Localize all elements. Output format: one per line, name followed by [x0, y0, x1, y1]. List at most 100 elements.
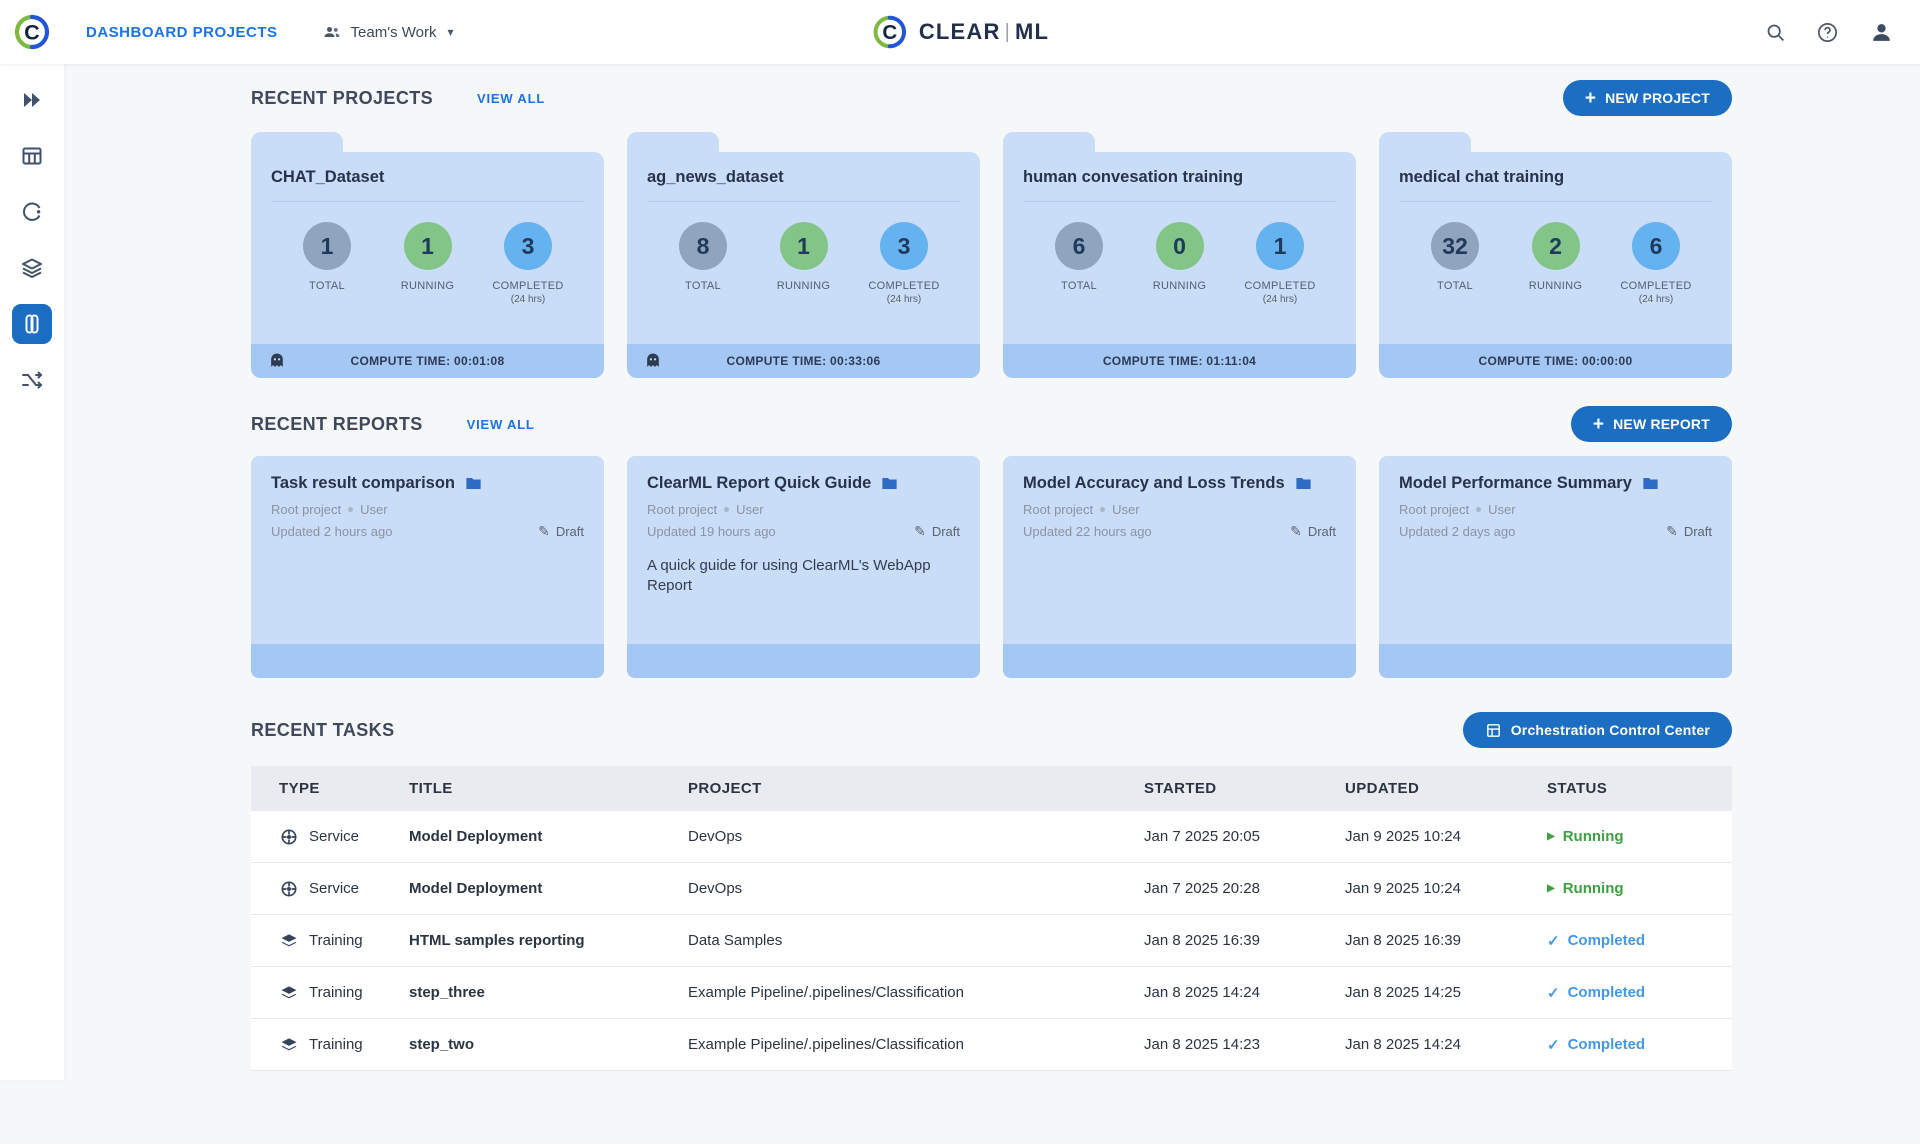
report-updated: Updated 2 hours ago — [271, 524, 393, 539]
task-project: DevOps — [688, 880, 743, 897]
total-label: TOTAL — [1437, 280, 1473, 292]
header-title[interactable]: TITLE — [409, 780, 688, 797]
project-card[interactable]: ag_news_dataset 8 TOTAL 1 RUNNING 3 COMP — [627, 132, 980, 378]
running-count: 0 — [1155, 222, 1204, 270]
pencil-icon: ✎ — [538, 523, 550, 539]
report-user: User — [1488, 502, 1516, 517]
clearml-logo-icon[interactable]: C — [12, 12, 52, 52]
ghost-icon — [643, 351, 663, 371]
training-icon — [279, 983, 299, 1003]
project-stats: 8 TOTAL 1 RUNNING 3 COMPLETED (24 hrs) — [627, 202, 980, 305]
report-updated-row: Updated 2 hours ago ✎ Draft — [271, 523, 584, 540]
sidebar-item-datasets[interactable] — [12, 136, 52, 176]
completed-label: COMPLETED — [868, 280, 940, 292]
sidebar-item-pipelines[interactable] — [12, 360, 52, 400]
task-started: Jan 8 2025 16:39 — [1144, 932, 1260, 949]
task-status: ▶ ✓ Completed — [1547, 1036, 1732, 1054]
project-card-body: ag_news_dataset 8 TOTAL 1 RUNNING 3 COMP — [627, 152, 980, 378]
project-card[interactable]: CHAT_Dataset 1 TOTAL 1 RUNNING 3 COMPLET — [251, 132, 604, 378]
user-avatar[interactable] — [1869, 20, 1894, 45]
task-status-label: Running — [1562, 828, 1624, 845]
new-project-label: NEW PROJECT — [1605, 90, 1710, 106]
report-title[interactable]: Model Performance Summary — [1399, 474, 1632, 493]
svg-text:C: C — [24, 20, 40, 45]
project-card[interactable]: human convesation training 6 TOTAL 0 RUN… — [1003, 132, 1356, 378]
reports-view-all-link[interactable]: VIEW ALL — [467, 417, 535, 432]
completed-sub-label: (24 hrs) — [510, 294, 546, 305]
compute-time: COMPUTE TIME: 00:01:08 — [350, 354, 505, 368]
report-title[interactable]: Model Accuracy and Loss Trends — [1023, 474, 1285, 493]
report-cards-row: Task result comparison Root project User… — [251, 456, 1732, 678]
task-title[interactable]: Model Deployment — [409, 828, 688, 845]
report-card[interactable]: Task result comparison Root project User… — [251, 456, 604, 678]
report-card-footer — [1003, 644, 1356, 678]
workspace-selector[interactable]: Team's Work ▾ — [322, 22, 454, 42]
orchestration-label: Orchestration Control Center — [1510, 722, 1710, 738]
report-card[interactable]: ClearML Report Quick Guide Root project … — [627, 456, 980, 678]
recent-tasks-table: TYPE TITLE PROJECT STARTED UPDATED STATU… — [251, 766, 1732, 1071]
compute-time: COMPUTE TIME: 00:33:06 — [726, 354, 881, 368]
search-icon[interactable] — [1765, 22, 1786, 43]
task-status: ▶ ✓ Running — [1547, 880, 1732, 897]
sidebar-item-model-endpoints[interactable] — [12, 248, 52, 288]
total-count: 8 — [679, 222, 727, 270]
draft-label: Draft — [1683, 524, 1712, 539]
new-project-button[interactable]: + NEW PROJECT — [1562, 80, 1732, 116]
task-title[interactable]: step_three — [409, 984, 688, 1001]
task-type-cell: Service — [251, 827, 409, 847]
project-stats: 32 TOTAL 2 RUNNING 6 COMPLETED (24 hrs) — [1379, 202, 1732, 305]
task-row[interactable]: Training HTML samples reporting Data Sam… — [251, 915, 1732, 967]
project-name[interactable]: CHAT_Dataset — [271, 152, 584, 202]
report-title[interactable]: ClearML Report Quick Guide — [647, 474, 871, 493]
completed-count: 1 — [1256, 222, 1304, 270]
project-card-tab — [627, 132, 719, 152]
header-type[interactable]: TYPE — [251, 780, 409, 797]
training-icon — [279, 1035, 299, 1055]
projects-view-all-link[interactable]: VIEW ALL — [477, 91, 545, 106]
report-title[interactable]: Task result comparison — [271, 474, 455, 493]
header-project[interactable]: PROJECT — [688, 780, 1144, 797]
training-icon — [279, 931, 299, 951]
header-status[interactable]: STATUS — [1547, 780, 1732, 797]
running-count: 1 — [403, 222, 452, 270]
project-name[interactable]: human convesation training — [1023, 152, 1336, 202]
task-row[interactable]: Training step_three Example Pipeline/.pi… — [251, 967, 1732, 1019]
sidebar-item-projects[interactable] — [12, 80, 52, 120]
report-user: User — [360, 502, 388, 517]
compute-time: COMPUTE TIME: 01:11:04 — [1102, 354, 1257, 368]
task-row[interactable]: Service Model Deployment DevOps Jan 7 20… — [251, 811, 1732, 863]
new-report-label: NEW REPORT — [1613, 416, 1710, 432]
draft-badge: ✎ Draft — [1290, 523, 1336, 540]
sidebar-item-agents[interactable] — [12, 192, 52, 232]
app-root: C DASHBOARD PROJECTS Team's Work ▾ C CLE… — [0, 0, 1920, 1080]
report-card[interactable]: Model Performance Summary Root project U… — [1379, 456, 1732, 678]
task-type: Service — [309, 828, 360, 845]
help-icon[interactable] — [1816, 21, 1839, 44]
header-updated[interactable]: UPDATED — [1345, 780, 1547, 797]
project-name[interactable]: ag_news_dataset — [647, 152, 960, 202]
task-title[interactable]: HTML samples reporting — [409, 932, 688, 949]
sidebar-item-applications-active[interactable] — [12, 304, 52, 344]
running-stat: 1 RUNNING — [758, 222, 850, 305]
report-card[interactable]: Model Accuracy and Loss Trends Root proj… — [1003, 456, 1356, 678]
project-name[interactable]: medical chat training — [1399, 152, 1712, 202]
report-project: Root project — [647, 502, 718, 517]
team-icon — [322, 22, 342, 42]
orchestration-control-center-button[interactable]: Orchestration Control Center — [1462, 712, 1732, 748]
completed-sub-label: (24 hrs) — [886, 294, 922, 305]
new-report-button[interactable]: + NEW REPORT — [1570, 406, 1732, 442]
project-stats: 1 TOTAL 1 RUNNING 3 COMPLETED (24 hrs) — [251, 202, 604, 305]
task-row[interactable]: Service Model Deployment DevOps Jan 7 20… — [251, 863, 1732, 915]
breadcrumb[interactable]: DASHBOARD PROJECTS — [86, 24, 278, 41]
running-icon: ▶ — [1547, 883, 1555, 894]
task-title[interactable]: step_two — [409, 1036, 688, 1053]
task-row[interactable]: Training step_two Example Pipeline/.pipe… — [251, 1019, 1732, 1071]
task-title[interactable]: Model Deployment — [409, 880, 688, 897]
wordmark-divider: | — [1004, 20, 1012, 43]
task-type: Service — [309, 880, 360, 897]
project-card[interactable]: medical chat training 32 TOTAL 2 RUNNING… — [1379, 132, 1732, 378]
project-card-body: human convesation training 6 TOTAL 0 RUN… — [1003, 152, 1356, 378]
dot-separator — [1476, 507, 1482, 512]
header-started[interactable]: STARTED — [1144, 780, 1345, 797]
task-type: Training — [309, 1036, 363, 1053]
